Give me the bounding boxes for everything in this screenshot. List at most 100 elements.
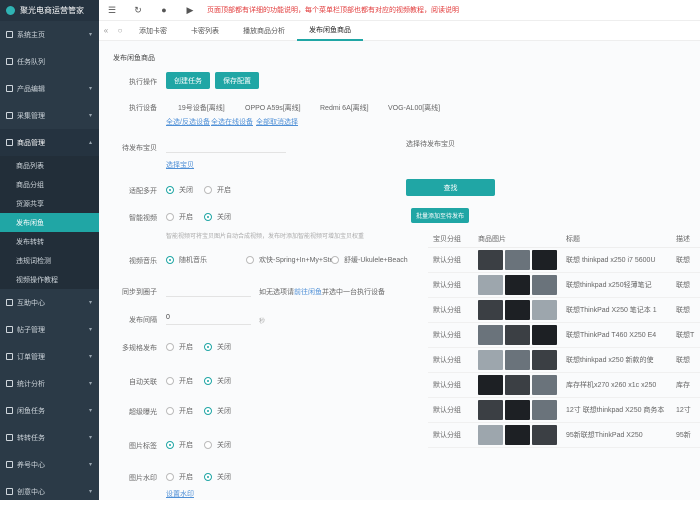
create-task-button[interactable]: 创建任务 xyxy=(166,72,210,89)
table-row[interactable]: 默认分组 联想thinkpad x250 新款的使 联想 xyxy=(428,348,700,373)
sidebar-item-task-queue[interactable]: 任务队列 xyxy=(0,48,99,75)
product-thumb xyxy=(478,375,503,395)
music-calm-radio[interactable]: 舒缓-Ukulele+Beach xyxy=(331,255,408,265)
batch-add-button[interactable]: 批量添加至待发布 xyxy=(411,208,470,223)
img-watermark-off-radio[interactable]: 关闭 xyxy=(204,472,231,482)
multi-spec-off-radio[interactable]: 关闭 xyxy=(204,342,231,352)
sidebar-item-account-center[interactable]: 养号中心 ▾ xyxy=(0,451,99,478)
chevron-down-icon: ▾ xyxy=(88,86,92,92)
interval-input[interactable]: 0 xyxy=(166,311,251,325)
toggle-all-devices-link[interactable]: 全选/反选设备 xyxy=(166,117,210,127)
sidebar-item-product-edit[interactable]: 产品编辑 ▾ xyxy=(0,75,99,102)
sidebar-sub-word-check[interactable]: 违规词检测 xyxy=(0,251,99,270)
menu-toggle-icon[interactable]: ☰ xyxy=(99,5,125,16)
set-watermark-link[interactable]: 设置水印 xyxy=(166,489,194,499)
tab-product-analysis[interactable]: 播放商品分析 xyxy=(231,21,297,41)
sidebar-item-creative-center[interactable]: 创意中心 ▾ xyxy=(0,478,99,505)
product-images xyxy=(478,375,566,395)
select-online-devices-link[interactable]: 全选在线设备 xyxy=(211,117,253,127)
table-row[interactable]: 默认分组 联想ThinkPad X250 笔记本 1 联想 xyxy=(428,298,700,323)
sidebar-sub-video-tutorial[interactable]: 视频操作教程 xyxy=(0,270,99,289)
multi-open-off-radio[interactable]: 关闭 xyxy=(166,185,193,195)
sidebar-item-zhuanzhuan-tasks[interactable]: 转转任务 ▾ xyxy=(0,424,99,451)
sidebar-sub-goods-list[interactable]: 商品列表 xyxy=(0,156,99,175)
img-watermark-on-radio[interactable]: 开启 xyxy=(166,472,193,482)
product-thumb xyxy=(532,250,557,270)
multi-spec-label: 多规格发布 xyxy=(122,345,157,352)
tabs-back-icon[interactable]: « xyxy=(99,26,113,35)
idea-icon xyxy=(6,488,13,495)
sync-circle-select[interactable] xyxy=(166,283,251,297)
music-random-radio[interactable]: 随机音乐 xyxy=(166,255,207,265)
table-row[interactable]: 默认分组 联想thinkpad x250轻薄笔记 联想 xyxy=(428,273,700,298)
sidebar-item-stats[interactable]: 统计分析 ▾ xyxy=(0,370,99,397)
chat-icon[interactable]: ● xyxy=(151,5,177,15)
product-thumb xyxy=(505,400,530,420)
search-button[interactable]: 查找 xyxy=(406,179,495,196)
tab-add-card[interactable]: 添加卡密 xyxy=(127,21,179,41)
save-config-button[interactable]: 保存配置 xyxy=(215,72,259,89)
table-row[interactable]: 默认分组 联想 thinkpad x250 i7 5600U 联想 xyxy=(428,248,700,273)
sidebar-item-posts[interactable]: 帖子管理 ▾ xyxy=(0,316,99,343)
chart-icon xyxy=(6,380,13,387)
sidebar-item-collect[interactable]: 采集管理 ▾ xyxy=(0,102,99,129)
table-row[interactable]: 默认分组 12寸 联想thinkpad X250 商务本 12寸 xyxy=(428,398,700,423)
home-icon xyxy=(6,31,13,38)
sync-label: 同步到圈子 xyxy=(122,289,157,296)
task-icon xyxy=(6,434,13,441)
sidebar-item-goods[interactable]: 商品管理 ▴ xyxy=(0,129,99,156)
refresh-icon[interactable]: ↻ xyxy=(125,5,151,16)
products-table: 宝贝分组 商品图片 标题 描述 默认分组 联想 thinkpad x250 i7 … xyxy=(428,231,700,448)
sidebar-item-home[interactable]: 系统主页 ▾ xyxy=(0,21,99,48)
img-tag-on-radio[interactable]: 开启 xyxy=(166,440,193,450)
sidebar-sub-goods-group[interactable]: 商品分组 xyxy=(0,175,99,194)
sidebar-item-help-center[interactable]: 互助中心 ▾ xyxy=(0,289,99,316)
table-row[interactable]: 默认分组 95新联想ThinkPad X250 95新 xyxy=(428,423,700,448)
smart-video-on-radio[interactable]: 开启 xyxy=(166,212,193,222)
auto-link-off-radio[interactable]: 关闭 xyxy=(204,376,231,386)
multi-open-on-radio[interactable]: 开启 xyxy=(204,185,231,195)
super-expose-on-radio[interactable]: 开启 xyxy=(166,406,193,416)
auto-link-on-radio[interactable]: 开启 xyxy=(166,376,193,386)
super-expose-off-radio[interactable]: 关闭 xyxy=(204,406,231,416)
product-images xyxy=(478,275,566,295)
tab-publish-xianyu[interactable]: 发布闲鱼商品 xyxy=(297,21,363,41)
select-item-link[interactable]: 选择宝贝 xyxy=(166,160,194,170)
chevron-down-icon: ▾ xyxy=(88,462,92,468)
chevron-down-icon: ▾ xyxy=(88,113,92,119)
music-happy-radio[interactable]: 欢快-Spring+In+My+Step xyxy=(246,255,337,265)
device-4[interactable]: VOG-AL00[离线] xyxy=(388,103,440,113)
sidebar-item-orders[interactable]: 订单管理 ▾ xyxy=(0,343,99,370)
multi-spec-on-radio[interactable]: 开启 xyxy=(166,342,193,352)
clear-selection-link[interactable]: 全部取消选择 xyxy=(256,117,298,127)
shop-input[interactable] xyxy=(166,139,286,153)
product-thumb xyxy=(532,325,557,345)
product-thumb xyxy=(478,425,503,445)
device-label: 执行设备 xyxy=(129,105,157,112)
sidebar-sub-publish-xianyu[interactable]: 发布闲鱼 xyxy=(0,213,99,232)
img-tag-label: 图片标签 xyxy=(129,443,157,450)
auto-link-label: 自动关联 xyxy=(129,379,157,386)
device-2[interactable]: OPPO A59s[离线] xyxy=(245,103,301,113)
product-thumb xyxy=(505,250,530,270)
smart-video-off-radio[interactable]: 关闭 xyxy=(204,212,231,222)
table-row[interactable]: 默认分组 库存样机x270 x260 x1c x250 库存 xyxy=(428,373,700,398)
table-row[interactable]: 默认分组 联想ThinkPad T460 X250 E4 联想T xyxy=(428,323,700,348)
img-tag-off-radio[interactable]: 关闭 xyxy=(204,440,231,450)
tabs-home-icon[interactable]: ○ xyxy=(113,26,127,35)
chevron-down-icon: ▾ xyxy=(88,489,92,495)
list-icon xyxy=(6,58,13,65)
sidebar-sub-source-share[interactable]: 货源共享 xyxy=(0,194,99,213)
interval-unit: 秒 xyxy=(259,319,266,325)
product-thumb xyxy=(478,250,503,270)
device-3[interactable]: Redmi 6A[离线] xyxy=(320,103,369,113)
product-thumb xyxy=(505,275,530,295)
play-icon[interactable]: ▶ xyxy=(177,5,203,16)
sidebar-item-xianyu-tasks[interactable]: 闲鱼任务 ▾ xyxy=(0,397,99,424)
device-1[interactable]: 19号设备[离线] xyxy=(178,103,225,113)
sidebar-sub-publish-zhuanzhuan[interactable]: 发布转转 xyxy=(0,232,99,251)
tab-card-list[interactable]: 卡密列表 xyxy=(179,21,231,41)
goto-xianyu-link[interactable]: 前往闲鱼 xyxy=(294,289,322,296)
main-content: 发布闲鱼商品 执行操作 创建任务 保存配置 执行设备 19号设备[离线] OPP… xyxy=(99,41,700,500)
top-bar: ☰ ↻ ● ▶ 页面顶部都有详细的功能说明，每个菜单栏顶部也都有对应的视频教程，… xyxy=(99,0,700,21)
